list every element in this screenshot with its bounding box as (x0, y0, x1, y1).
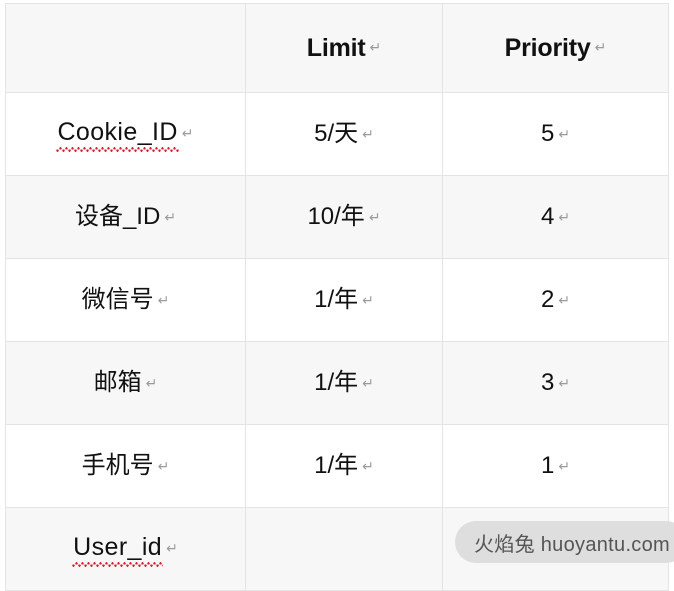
cell-limit: 10/年 ↵ (245, 175, 443, 259)
site-watermark: 火焰兔 huoyantu.com (455, 521, 674, 563)
field-name-value: 邮箱 (93, 368, 142, 396)
field-name-value: User_id (72, 534, 164, 567)
table-header-row: Limit ↵ Priority ↵ (5, 3, 669, 93)
cell-limit: 1/年 ↵ (245, 341, 443, 425)
priority-value: 2 (540, 285, 555, 313)
paragraph-return-icon: ↵ (368, 209, 381, 226)
cell-field: 微信号 ↵ (5, 258, 246, 342)
cell-field: 设备_ID ↵ (5, 175, 246, 259)
priority-value: 5 (540, 119, 555, 147)
cell-field: 手机号 ↵ (5, 424, 246, 508)
cell-priority: 1 ↵ (442, 424, 669, 508)
header-label-priority: Priority (504, 33, 591, 62)
paragraph-return-icon: ↵ (362, 126, 374, 143)
document-canvas: Limit↵ Priority↵ Cookie_ID↵ 5/天↵ 5↵ (0, 0, 674, 591)
paragraph-return-icon: ↵ (164, 209, 177, 226)
paragraph-return-icon: ↵ (594, 39, 607, 56)
limit-value: 1/年 (314, 285, 359, 313)
field-name-value: Cookie_ID (56, 119, 180, 152)
paragraph-return-icon: ↵ (558, 209, 571, 226)
priority-value: 1 (540, 451, 555, 479)
cell-field: User_id ↵ (5, 507, 246, 591)
limit-value: 1/年 (314, 451, 359, 479)
paragraph-return-icon: ↵ (558, 458, 571, 475)
paragraph-return-icon: ↵ (362, 375, 374, 392)
paragraph-return-icon: ↵ (157, 292, 170, 309)
cell-priority: 4 ↵ (442, 175, 669, 259)
cell-field: Cookie_ID ↵ (5, 92, 246, 176)
paragraph-return-icon: ↵ (369, 39, 382, 56)
cell-limit: 5/天 ↵ (245, 92, 443, 176)
field-name-value: 手机号 (81, 451, 154, 479)
field-name-value: 微信号 (81, 285, 154, 313)
watermark-text: 火焰兔 huoyantu.com (474, 533, 670, 556)
limit-value: 1/年 (314, 368, 359, 396)
cell-limit: 1/年 ↵ (245, 258, 443, 342)
table-row: 手机号 ↵ 1/年 ↵ 1 ↵ (5, 424, 669, 508)
table-row: 邮箱 ↵ 1/年 ↵ 3 ↵ (5, 341, 669, 425)
paragraph-return-icon: ↵ (558, 292, 571, 309)
header-cell-field (5, 3, 246, 93)
table-row: 设备_ID ↵ 10/年 ↵ 4 ↵ (5, 175, 669, 259)
paragraph-return-icon: ↵ (558, 126, 571, 143)
cell-priority: 5 ↵ (442, 92, 669, 176)
paragraph-return-icon: ↵ (362, 458, 374, 475)
limit-value: 5/天 (314, 119, 359, 147)
paragraph-return-icon: ↵ (362, 292, 374, 309)
table-row: Cookie_ID ↵ 5/天 ↵ 5 ↵ (5, 92, 669, 176)
paragraph-return-icon: ↵ (181, 126, 194, 143)
data-table: Limit↵ Priority↵ Cookie_ID↵ 5/天↵ 5↵ (5, 3, 669, 591)
priority-value: 3 (540, 368, 555, 396)
limit-value: 10/年 (307, 202, 365, 230)
cell-limit (245, 507, 443, 591)
cell-priority: 2 ↵ (442, 258, 669, 342)
paragraph-return-icon: ↵ (558, 375, 571, 392)
paragraph-return-icon: ↵ (166, 541, 178, 558)
cell-priority: 3 ↵ (442, 341, 669, 425)
header-label-limit: Limit (306, 33, 366, 62)
header-cell-limit: Limit ↵ (245, 3, 443, 93)
table-row: 微信号 ↵ 1/年 ↵ 2 ↵ (5, 258, 669, 342)
field-name-value: 设备_ID (74, 202, 161, 230)
priority-value: 4 (540, 202, 555, 230)
header-cell-priority: Priority ↵ (442, 3, 669, 93)
cell-limit: 1/年 ↵ (245, 424, 443, 508)
paragraph-return-icon: ↵ (157, 458, 170, 475)
paragraph-return-icon: ↵ (145, 375, 158, 392)
cell-field: 邮箱 ↵ (5, 341, 246, 425)
